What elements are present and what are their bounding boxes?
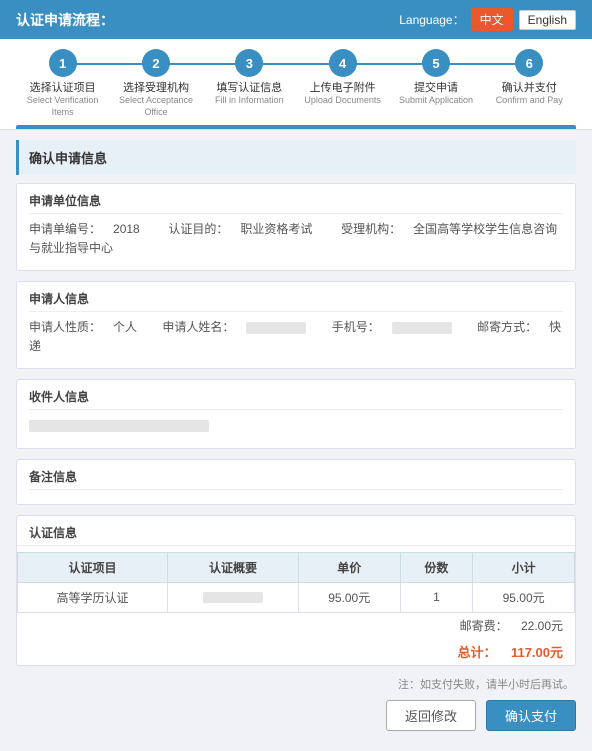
total-label: 总计： — [457, 645, 496, 660]
language-switcher: Language： 中文 English — [399, 8, 576, 31]
cell-subtotal-0: 95.00元 — [473, 582, 575, 612]
col-summary: 认证概要 — [168, 552, 299, 582]
step-item-2: 2 选择受理机构 Select Acceptance Office — [109, 49, 202, 119]
confirm-button[interactable]: 确认支付 — [486, 700, 576, 731]
note-text: 注：如支付失败，请半小时后再试。 — [16, 676, 576, 692]
phone-label: 手机号： — [332, 320, 380, 334]
col-project: 认证项目 — [18, 552, 168, 582]
step-cn-5: 提交申请 — [399, 81, 473, 95]
step-circle-3: 3 — [235, 49, 263, 77]
header-bar: 认证申请流程： Language： 中文 English — [0, 0, 592, 39]
cell-project-0: 高等学历认证 — [18, 582, 168, 612]
postage-value: 22.00元 — [521, 619, 563, 633]
name-label: 申请人姓名： — [162, 320, 234, 334]
step-circle-2: 2 — [142, 49, 170, 77]
step-item-3: 3 填写认证信息 Fill in Information — [203, 49, 296, 107]
step-item-5: 5 提交申请 Submit Application — [389, 49, 482, 107]
steps-bottom-bar — [16, 125, 576, 129]
order-no-label: 申请单编号： — [29, 222, 101, 236]
nature-label: 申请人性质： — [29, 320, 101, 334]
language-label: Language： — [399, 11, 464, 28]
main-content: 确认申请信息 申请单位信息 申请单编号： 2018 认证目的： 职业资格考试 受理机… — [0, 130, 592, 751]
phone-value — [392, 322, 452, 334]
remarks-title: 备注信息 — [29, 468, 563, 490]
step-en-3: Fill in Information — [215, 95, 284, 107]
recipient-address — [29, 420, 209, 432]
cell-unit-price-0: 95.00元 — [298, 582, 400, 612]
col-subtotal: 小计 — [473, 552, 575, 582]
back-button[interactable]: 返回修改 — [386, 700, 476, 731]
apply-unit-title: 申请单位信息 — [29, 192, 563, 214]
step-cn-4: 上传电子附件 — [304, 81, 381, 95]
cert-info-title: 认证信息 — [17, 516, 575, 546]
step-labels-6: 确认并支付 Confirm and Pay — [496, 81, 563, 107]
step-en-2: Select Acceptance Office — [109, 95, 202, 118]
apply-unit-block: 申请单位信息 申请单编号：2018 认证目的：职业资格考试 受理机构：全国高等学… — [16, 183, 576, 271]
cell-summary-0 — [168, 582, 299, 612]
step-labels-1: 选择认证项目 Select Verification Items — [16, 81, 109, 119]
step-item-4: 4 上传电子附件 Upload Documents — [296, 49, 389, 107]
lang-en-button[interactable]: English — [519, 10, 576, 30]
steps-row: 1 选择认证项目 Select Verification Items 2 选择受… — [16, 49, 576, 119]
step-en-5: Submit Application — [399, 95, 473, 107]
lang-cn-button[interactable]: 中文 — [471, 8, 513, 31]
recipient-info-row — [29, 416, 563, 435]
accept-org-label: 受理机构： — [341, 222, 401, 236]
button-row: 返回修改 确认支付 — [16, 700, 576, 731]
applicant-info-block: 申请人信息 申请人性质：个人 申请人姓名： 手机号： 邮寄方式：快递 — [16, 281, 576, 369]
step-cn-2: 选择受理机构 — [109, 81, 202, 95]
col-quantity: 份数 — [400, 552, 473, 582]
step-labels-2: 选择受理机构 Select Acceptance Office — [109, 81, 202, 119]
nature-value: 个人 — [113, 320, 137, 334]
steps-container: 1 选择认证项目 Select Verification Items 2 选择受… — [0, 39, 592, 130]
cert-target-label: 认证目的： — [168, 222, 228, 236]
step-circle-6: 6 — [515, 49, 543, 77]
step-en-1: Select Verification Items — [16, 95, 109, 118]
remarks-block: 备注信息 — [16, 459, 576, 505]
applicant-info-row: 申请人性质：个人 申请人姓名： 手机号： 邮寄方式：快递 — [29, 318, 563, 356]
step-en-4: Upload Documents — [304, 95, 381, 107]
applicant-info-title: 申请人信息 — [29, 290, 563, 312]
step-labels-4: 上传电子附件 Upload Documents — [304, 81, 381, 107]
step-labels-3: 填写认证信息 Fill in Information — [215, 81, 284, 107]
table-row: 高等学历认证 95.00元 1 95.00元 — [18, 582, 575, 612]
col-unit-price: 单价 — [298, 552, 400, 582]
page-title: 认证申请流程： — [16, 10, 114, 30]
step-circle-4: 4 — [329, 49, 357, 77]
name-value — [246, 322, 306, 334]
cert-info-table: 认证项目 认证概要 单价 份数 小计 高等学历认证 95.00元 1 95.00… — [17, 552, 575, 613]
postage-row: 邮寄费： 22.00元 — [17, 613, 575, 638]
step-cn-3: 填写认证信息 — [215, 81, 284, 95]
confirm-section-title: 确认申请信息 — [16, 140, 576, 175]
postage-label: 邮寄费： — [460, 619, 508, 633]
step-circle-1: 1 — [49, 49, 77, 77]
step-cn-1: 选择认证项目 — [16, 81, 109, 95]
step-labels-5: 提交申请 Submit Application — [399, 81, 473, 107]
step-cn-6: 确认并支付 — [496, 81, 563, 95]
cert-info-block: 认证信息 认证项目 认证概要 单价 份数 小计 高等学历认证 95.00元 1 … — [16, 515, 576, 666]
total-value: 117.00元 — [511, 645, 563, 660]
cell-quantity-0: 1 — [400, 582, 473, 612]
address-label: 邮寄方式： — [477, 320, 537, 334]
step-en-6: Confirm and Pay — [496, 95, 563, 107]
step-item-1: 1 选择认证项目 Select Verification Items — [16, 49, 109, 119]
total-row: 总计： 117.00元 — [17, 638, 575, 665]
recipient-info-title: 收件人信息 — [29, 388, 563, 410]
apply-unit-row1: 申请单编号：2018 认证目的：职业资格考试 受理机构：全国高等学校学生信息咨询… — [29, 220, 563, 258]
recipient-info-block: 收件人信息 — [16, 379, 576, 448]
order-no-value: 2018 — [113, 222, 140, 236]
step-item-6: 6 确认并支付 Confirm and Pay — [483, 49, 576, 107]
cert-target-value: 职业资格考试 — [240, 222, 312, 236]
step-circle-5: 5 — [422, 49, 450, 77]
